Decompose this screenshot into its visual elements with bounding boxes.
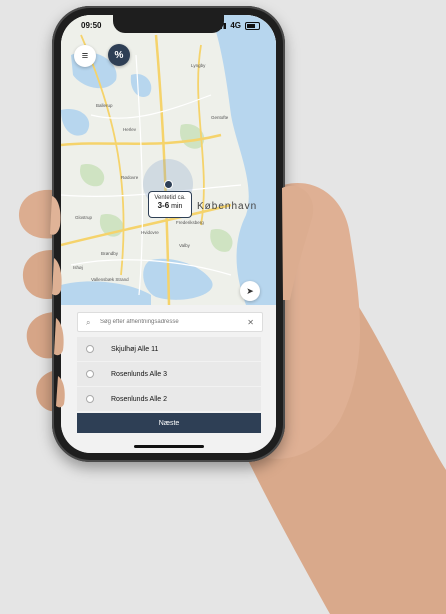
- map-label: Herlev: [123, 127, 137, 132]
- search-input[interactable]: [100, 319, 248, 325]
- radio-icon[interactable]: [86, 370, 94, 378]
- address-item[interactable]: Rosenlunds Alle 2: [77, 387, 261, 411]
- discount-button[interactable]: %: [108, 44, 130, 66]
- battery-icon: [245, 21, 260, 30]
- map-label: Ballerup: [96, 103, 113, 108]
- address-label: Rosenlunds Alle 2: [111, 395, 168, 403]
- search-box[interactable]: ⌕ ✕: [77, 312, 263, 332]
- map-label: Glostrup: [75, 215, 93, 220]
- map-label: Vallensbæk Strand: [91, 277, 129, 282]
- search-icon: ⌕: [86, 317, 91, 327]
- wait-time-value-line: 3-6 min: [149, 201, 191, 210]
- wait-time-unit: min: [171, 203, 183, 210]
- phone-notch: [113, 15, 224, 33]
- menu-button[interactable]: ≡: [74, 45, 96, 67]
- map-label: Gentofte: [211, 115, 229, 120]
- map-label: Hvidovre: [141, 230, 159, 235]
- address-item[interactable]: Rosenlunds Alle 3: [77, 362, 261, 386]
- network-label: 4G: [230, 21, 241, 30]
- locate-me-button[interactable]: ➤: [240, 281, 260, 301]
- address-list: Skjulhøj Alle 11 Rosenlunds Alle 3 Rosen…: [77, 337, 261, 411]
- map-label: Frederiksberg: [176, 220, 204, 225]
- address-label: Skjulhøj Alle 11: [111, 345, 159, 353]
- status-time: 09:50: [81, 21, 102, 30]
- phone-frame: 09:50 4G Ballerup Herlev Gentofte Lyngby…: [52, 6, 285, 462]
- city-label: København: [197, 201, 258, 212]
- map-label: Valby: [179, 243, 190, 248]
- map-label: Brøndby: [101, 251, 119, 256]
- radio-icon[interactable]: [86, 345, 94, 353]
- location-pin-icon: [164, 180, 173, 189]
- wait-time-value: 3-6: [157, 201, 170, 210]
- percent-icon: %: [114, 49, 124, 61]
- map-view[interactable]: Ballerup Herlev Gentofte Lyngby Brøndby …: [61, 15, 276, 305]
- address-sheet: ⌕ ✕ Skjulhøj Alle 11 Rosenlunds Alle 3 R…: [61, 305, 276, 453]
- hamburger-icon: ≡: [81, 50, 89, 62]
- phone-screen: 09:50 4G Ballerup Herlev Gentofte Lyngby…: [61, 15, 276, 453]
- close-icon[interactable]: ✕: [247, 318, 254, 327]
- map-label: Lyngby: [191, 63, 206, 68]
- address-label: Rosenlunds Alle 3: [111, 370, 168, 378]
- map-label: Ishøj: [73, 265, 83, 270]
- wait-time-bubble: Ventetid ca. 3-6 min: [148, 191, 192, 218]
- home-indicator: [134, 445, 204, 448]
- address-item[interactable]: Skjulhøj Alle 11: [77, 337, 261, 361]
- next-button[interactable]: Næste: [77, 413, 261, 433]
- radio-icon[interactable]: [86, 395, 94, 403]
- map-label: Rødovre: [121, 175, 139, 180]
- navigation-arrow-icon: ➤: [246, 285, 254, 296]
